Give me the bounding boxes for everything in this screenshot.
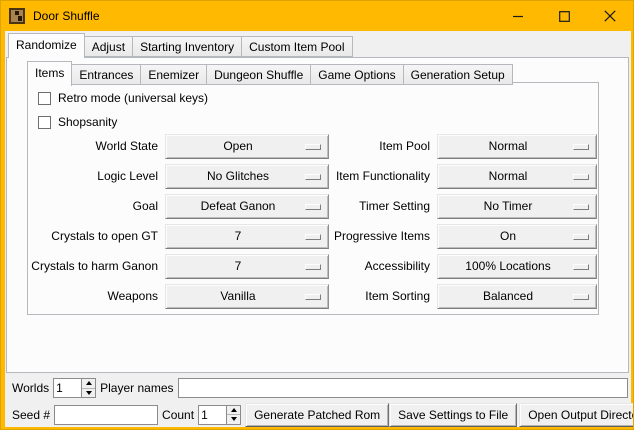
world-state-value: Open — [223, 139, 252, 153]
worlds-label: Worlds — [8, 381, 53, 395]
tab-dungeon-shuffle[interactable]: Dungeon Shuffle — [207, 64, 311, 85]
spin-up-icon — [86, 381, 92, 385]
worlds-spinbox — [53, 378, 96, 398]
maximize-button[interactable] — [541, 1, 587, 31]
spin-down-icon — [86, 391, 92, 395]
item-functionality-dropdown[interactable]: Normal — [437, 164, 597, 189]
weapons-label: Weapons — [30, 284, 158, 309]
sub-tabbar: Items Entrances Enemizer Dungeon Shuffle… — [27, 61, 513, 85]
item-pool-value: Normal — [489, 139, 528, 153]
window-controls — [495, 1, 633, 31]
minimize-button[interactable] — [495, 1, 541, 31]
world-state-label: World State — [30, 134, 158, 159]
weapons-value: Vanilla — [220, 289, 255, 303]
accessibility-label: Accessibility — [300, 254, 430, 279]
accessibility-value: 100% Locations — [465, 259, 550, 273]
count-spinbox — [198, 405, 241, 425]
retro-mode-label: Retro mode (universal keys) — [58, 91, 208, 105]
logic-level-value: No Glitches — [207, 169, 269, 183]
close-button[interactable] — [587, 1, 633, 31]
generate-patched-rom-button[interactable]: Generate Patched Rom — [245, 403, 389, 427]
worlds-spin-arrows — [81, 379, 95, 397]
dropdown-indicator-icon — [573, 174, 589, 180]
item-sorting-dropdown[interactable]: Balanced — [437, 284, 597, 309]
timer-setting-label: Timer Setting — [300, 194, 430, 219]
seed-label: Seed # — [8, 408, 54, 422]
shopsanity-checkbox[interactable] — [38, 116, 51, 129]
save-settings-button[interactable]: Save Settings to File — [389, 403, 517, 427]
crystals-gt-value: 7 — [235, 229, 242, 243]
retro-mode-checkbox[interactable] — [38, 92, 51, 105]
tab-adjust[interactable]: Adjust — [85, 36, 133, 57]
seed-row: Seed # Count Generate Patched Rom Save S… — [5, 402, 631, 427]
dropdown-indicator-icon — [573, 294, 589, 300]
tab-starting-inventory[interactable]: Starting Inventory — [133, 36, 242, 57]
minimize-icon — [513, 11, 524, 22]
item-pool-dropdown[interactable]: Normal — [437, 134, 597, 159]
item-pool-label: Item Pool — [300, 134, 430, 159]
crystals-gt-label: Crystals to open GT — [30, 224, 158, 249]
titlebar: Door Shuffle — [1, 1, 633, 31]
app-icon — [9, 8, 25, 24]
tab-entrances[interactable]: Entrances — [72, 64, 141, 85]
count-spin-down[interactable] — [227, 415, 240, 424]
count-label: Count — [158, 408, 198, 422]
count-spin-arrows — [226, 406, 240, 424]
spin-up-icon — [231, 408, 237, 412]
player-names-label: Player names — [96, 381, 177, 395]
app-icon-mark — [18, 16, 22, 21]
close-icon — [604, 10, 616, 22]
worlds-spin-down[interactable] — [82, 389, 95, 398]
crystals-ganon-label: Crystals to harm Ganon — [30, 254, 158, 279]
tab-enemizer[interactable]: Enemizer — [141, 64, 207, 85]
goal-value: Defeat Ganon — [201, 199, 276, 213]
timer-setting-value: No Timer — [484, 199, 533, 213]
item-sorting-label: Item Sorting — [300, 284, 430, 309]
player-names-input[interactable] — [178, 378, 629, 398]
dropdown-indicator-icon — [573, 234, 589, 240]
items-pane: Retro mode (universal keys) Shopsanity W… — [27, 82, 599, 315]
randomize-pane: Items Entrances Enemizer Dungeon Shuffle… — [6, 57, 629, 373]
count-spin-up[interactable] — [227, 406, 240, 416]
tab-randomize[interactable]: Randomize — [8, 33, 85, 58]
logic-level-label: Logic Level — [30, 164, 158, 189]
tab-generation-setup[interactable]: Generation Setup — [404, 64, 513, 85]
app-icon-keyhole — [15, 11, 19, 15]
spin-down-icon — [231, 417, 237, 421]
open-output-directory-button[interactable]: Open Output Directory — [519, 403, 634, 427]
shopsanity-label: Shopsanity — [58, 115, 117, 129]
item-functionality-label: Item Functionality — [300, 164, 430, 189]
seed-input[interactable] — [54, 405, 158, 425]
count-input[interactable] — [199, 406, 226, 424]
tab-custom-item-pool[interactable]: Custom Item Pool — [242, 36, 352, 57]
item-functionality-value: Normal — [489, 169, 528, 183]
shopsanity-row: Shopsanity — [38, 115, 117, 129]
window-title: Door Shuffle — [33, 9, 100, 23]
maximize-icon — [559, 11, 570, 22]
progressive-items-dropdown[interactable]: On — [437, 224, 597, 249]
timer-setting-dropdown[interactable]: No Timer — [437, 194, 597, 219]
worlds-input[interactable] — [54, 379, 81, 397]
retro-mode-row: Retro mode (universal keys) — [38, 91, 208, 105]
dropdown-indicator-icon — [573, 264, 589, 270]
worlds-row: Worlds Player names — [5, 377, 631, 399]
tab-game-options[interactable]: Game Options — [311, 64, 403, 85]
worlds-spin-up[interactable] — [82, 379, 95, 389]
crystals-ganon-value: 7 — [235, 259, 242, 273]
accessibility-dropdown[interactable]: 100% Locations — [437, 254, 597, 279]
goal-label: Goal — [30, 194, 158, 219]
main-tabbar: Randomize Adjust Starting Inventory Cust… — [8, 33, 353, 57]
progressive-items-value: On — [500, 229, 516, 243]
dropdown-indicator-icon — [573, 204, 589, 210]
item-sorting-value: Balanced — [483, 289, 533, 303]
dropdown-indicator-icon — [573, 144, 589, 150]
client-area: Randomize Adjust Starting Inventory Cust… — [5, 31, 631, 427]
tab-items[interactable]: Items — [27, 61, 72, 86]
progressive-items-label: Progressive Items — [300, 224, 430, 249]
app-window: Door Shuffle Randomize — [0, 0, 634, 430]
